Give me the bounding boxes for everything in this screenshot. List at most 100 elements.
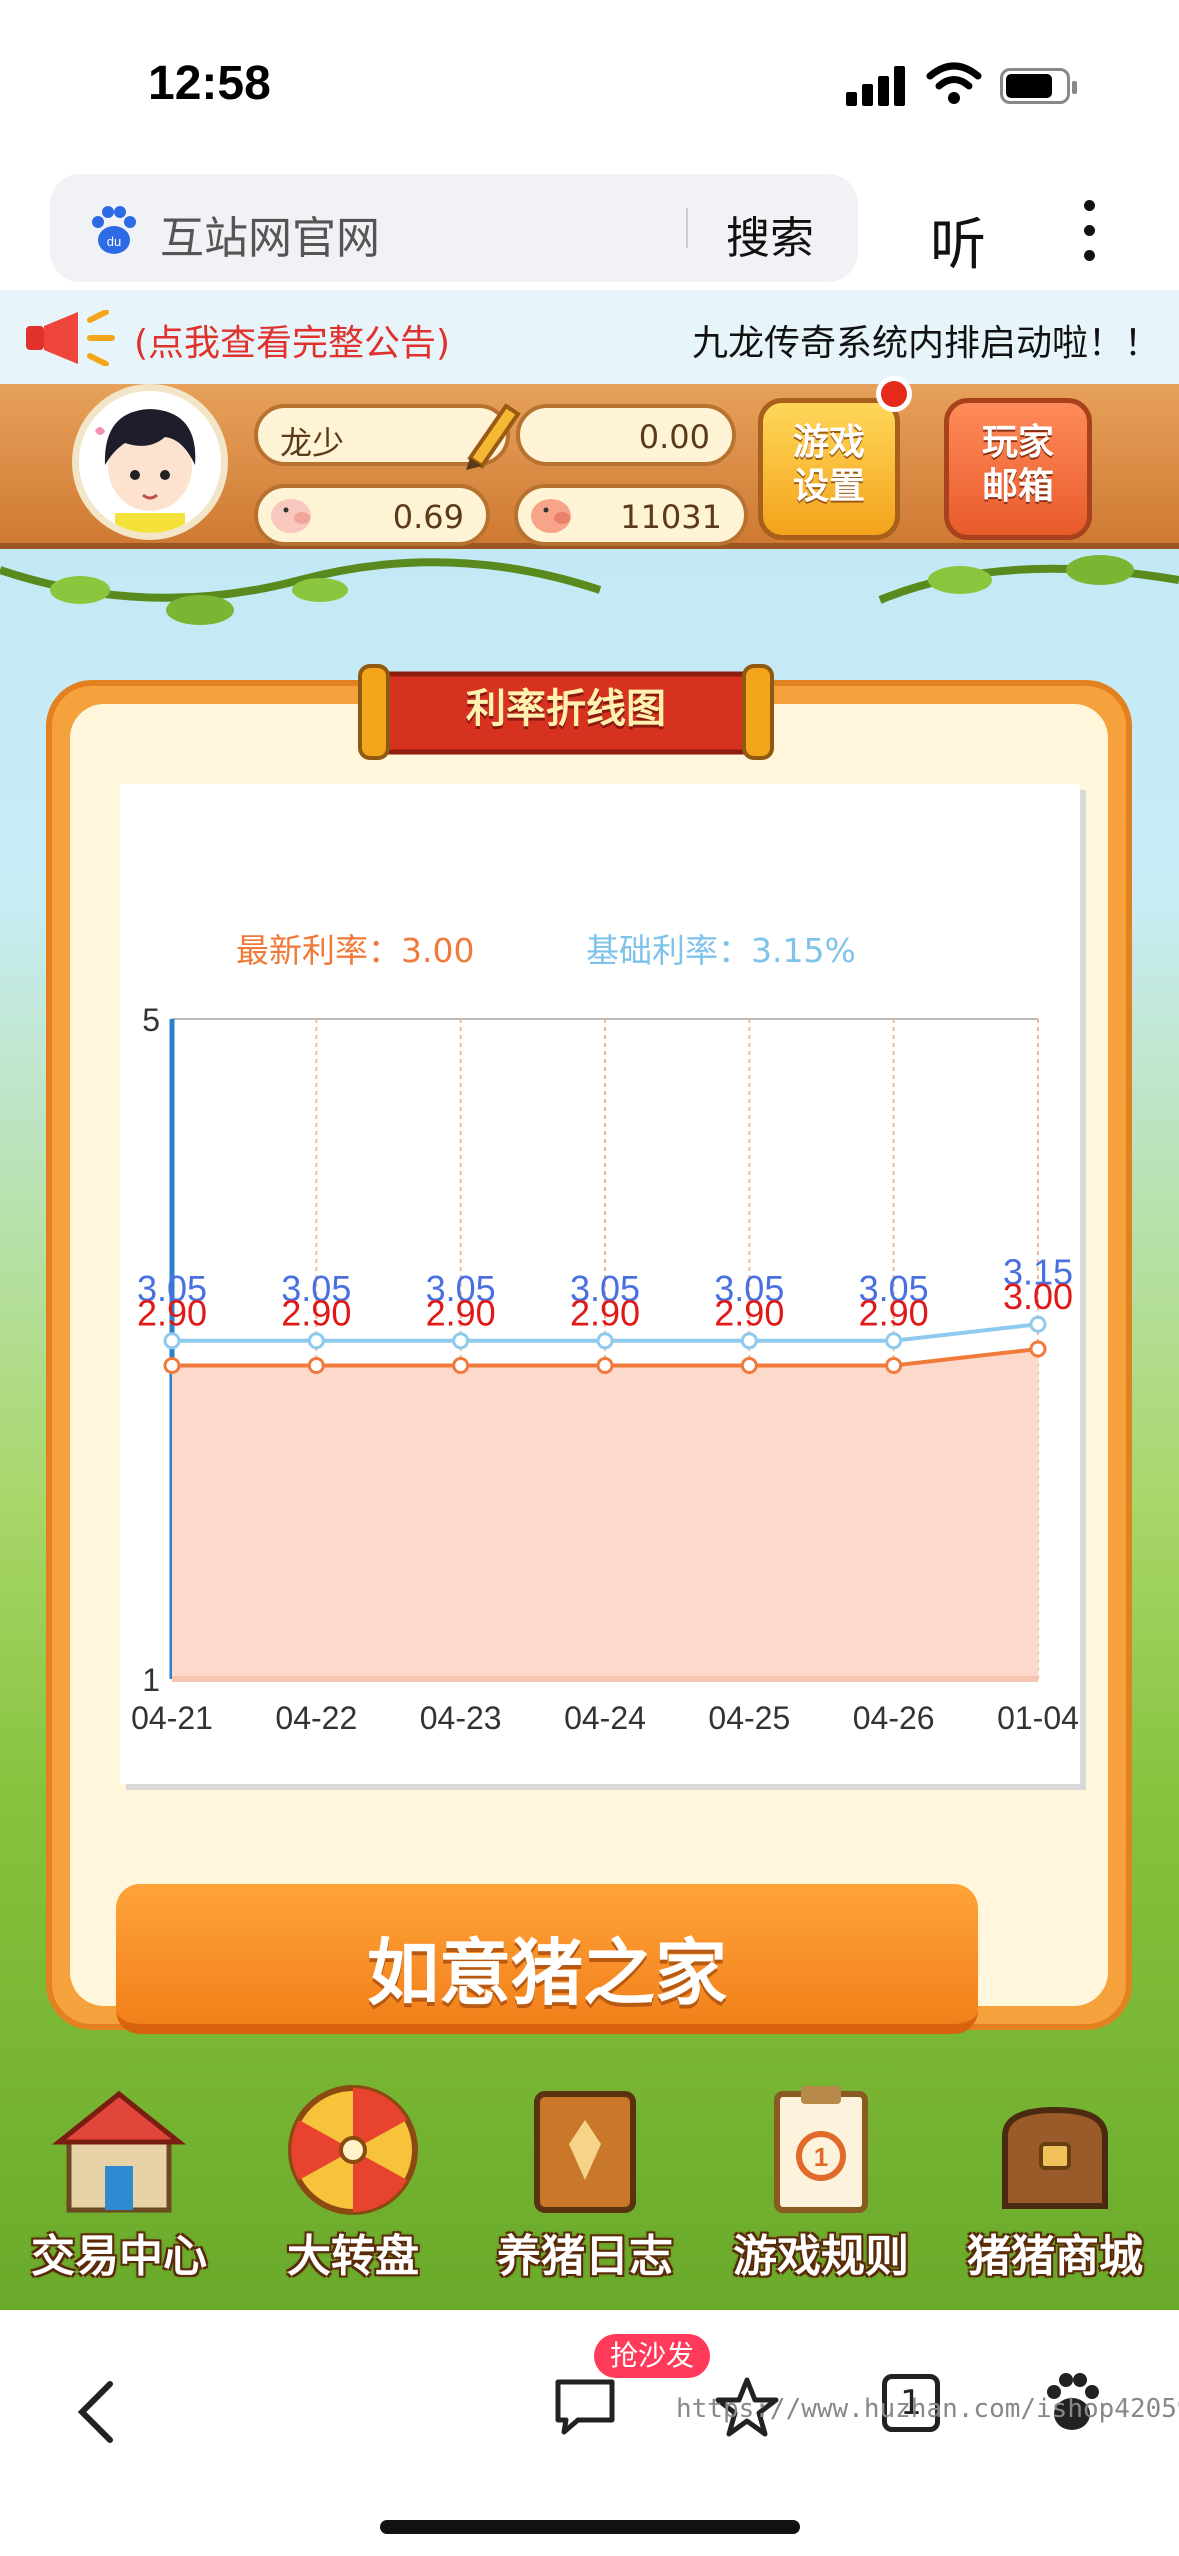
y-tick-label: 1 — [142, 1662, 160, 1698]
game-area: (点我查看完整公告) 九龙传奇系统内排启动啦！！ 龙少 0.00 0.69 11… — [0, 290, 1179, 2310]
settings-label-line2: 设置 — [792, 466, 865, 507]
clock: 12:58 — [148, 57, 271, 110]
wheel-icon — [288, 2085, 418, 2215]
search-box[interactable]: du 互站网官网 搜索 — [50, 174, 858, 282]
menu-pig-mall-label: 猪猪商城 — [967, 2231, 1143, 2282]
chart-panel-inner: 最新利率：3.00 基础利率：3.15% 3.05 3.05 3.05 3.05 3.0… — [70, 704, 1108, 2034]
announcement-marquee: 九龙传奇系统内排启动啦！！ — [692, 323, 1161, 364]
x-tick-label: 04-22 — [275, 1700, 357, 1736]
home-indicator — [380, 2520, 800, 2534]
log-book-icon — [534, 2091, 636, 2213]
cellular-signal-icon — [846, 66, 908, 106]
pig-stat-big: 11031 — [514, 484, 748, 546]
wifi-icon — [926, 62, 982, 104]
rate-line-chart: 3.05 3.05 3.05 3.05 3.05 3.05 3.152.90 2.90 2.90… — [131, 1002, 1079, 1736]
megaphone-icon — [26, 310, 115, 366]
balance-value: 0.00 — [638, 418, 710, 456]
rules-icon: 1 — [774, 2086, 868, 2213]
data-point — [596, 1332, 614, 1350]
menu-trade-center[interactable]: 交易中心 — [4, 2070, 234, 2310]
menu-lucky-wheel-label: 大转盘 — [287, 2231, 419, 2282]
x-tick-label: 01-04 — [997, 1700, 1079, 1736]
menu-pig-log[interactable]: 养猪日志 — [470, 2070, 700, 2310]
x-tick-label: 04-26 — [853, 1700, 935, 1736]
listen-button[interactable]: 听 — [930, 200, 986, 281]
data-label-latest: 2.90 — [570, 1293, 640, 1334]
notification-dot — [876, 376, 912, 412]
svg-text:du: du — [107, 234, 121, 249]
player-mailbox-button[interactable]: 玩家 邮箱 — [944, 398, 1092, 540]
watermark-text: https://www.huzhan.com/ishop42059 — [676, 2394, 1179, 2424]
game-settings-button[interactable]: 游戏 设置 — [758, 398, 900, 540]
more-menu-icon[interactable] — [1084, 200, 1096, 261]
data-point — [1029, 1315, 1047, 1333]
y-tick-label: 5 — [142, 1002, 160, 1038]
svg-text:1: 1 — [814, 2142, 828, 2172]
data-point — [307, 1332, 325, 1350]
menu-game-rules[interactable]: 1 游戏规则 — [706, 2070, 936, 2310]
chart-title-banner: 利率折线图 — [356, 656, 776, 766]
divider — [686, 208, 688, 248]
data-label-latest: 2.90 — [281, 1293, 351, 1334]
pig-stat-small: 0.69 — [254, 484, 490, 546]
data-point — [452, 1332, 470, 1350]
mail-label-line1: 玩家 — [981, 422, 1054, 463]
announcement-bar[interactable]: (点我查看完整公告) 九龙传奇系统内排启动啦！！ — [0, 290, 1179, 384]
data-label-latest: 3.00 — [1003, 1276, 1073, 1317]
avatar[interactable] — [72, 384, 228, 540]
comment-badge: 抢沙发 — [594, 2334, 711, 2378]
x-tick-label: 04-23 — [420, 1700, 502, 1736]
data-label-latest: 2.90 — [859, 1293, 929, 1334]
chart-card: 最新利率：3.00 基础利率：3.15% 3.05 3.05 3.05 3.05 3.0… — [120, 784, 1080, 1784]
data-point — [596, 1357, 614, 1374]
baidu-paw-icon: du — [92, 206, 136, 254]
comment-icon[interactable] — [552, 2376, 618, 2438]
browser-toolbar: du 互站网官网 搜索 听 — [0, 170, 1179, 290]
player-name: 龙少 — [280, 424, 345, 462]
pig-gold-icon — [531, 499, 571, 533]
pig-icon — [271, 499, 311, 533]
data-point — [885, 1357, 903, 1374]
vine-decoration — [0, 555, 1179, 625]
data-label-latest: 2.90 — [426, 1293, 496, 1334]
x-tick-label: 04-24 — [564, 1700, 646, 1736]
menu-trade-center-label: 交易中心 — [31, 2231, 207, 2282]
balance-field: 0.00 — [516, 404, 736, 466]
settings-label-line1: 游戏 — [792, 422, 865, 463]
data-point — [1029, 1340, 1047, 1358]
pig-stat-small-value: 0.69 — [392, 498, 464, 536]
battery-icon — [1000, 68, 1077, 104]
data-point — [307, 1357, 325, 1374]
x-tick-label: 04-21 — [131, 1700, 213, 1736]
data-point — [163, 1357, 181, 1374]
status-bar: 12:58 — [0, 0, 1179, 170]
data-label-latest: 2.90 — [137, 1293, 207, 1334]
series-area-fill — [172, 1349, 1038, 1679]
player-hud: 龙少 0.00 0.69 11031 游戏 设置 玩家 邮箱 — [0, 376, 1179, 549]
search-query-text: 互站网官网 — [160, 213, 380, 264]
x-tick-label: 04-25 — [708, 1700, 790, 1736]
shop-icon — [51, 2090, 187, 2213]
search-button[interactable]: 搜索 — [726, 202, 814, 266]
screen: 12:58 du 互站网官网 搜索 听 (点我查看完整公告) 九龙传奇系统内排启… — [0, 0, 1179, 2556]
ruyi-pig-home-label: 如意猪之家 — [366, 1931, 727, 2015]
chart-panel: 最新利率：3.00 基础利率：3.15% 3.05 3.05 3.05 3.05 3.0… — [46, 664, 1132, 2034]
data-point — [452, 1357, 470, 1374]
data-point — [163, 1332, 181, 1350]
data-label-latest: 2.90 — [714, 1293, 784, 1334]
menu-pig-log-label: 养猪日志 — [497, 2231, 673, 2282]
data-point — [885, 1332, 903, 1350]
data-point — [740, 1357, 758, 1374]
menu-lucky-wheel[interactable]: 大转盘 — [238, 2070, 468, 2310]
back-icon[interactable] — [76, 2380, 116, 2444]
bag-icon — [1002, 2106, 1108, 2209]
ruyi-pig-home-button[interactable]: 如意猪之家 — [116, 1884, 978, 2034]
menu-pig-mall[interactable]: 猪猪商城 — [940, 2070, 1170, 2310]
announcement-link[interactable]: (点我查看完整公告) — [134, 314, 450, 366]
mail-label-line2: 邮箱 — [981, 466, 1054, 507]
pig-stat-big-value: 11031 — [620, 498, 722, 536]
menu-game-rules-label: 游戏规则 — [733, 2231, 909, 2282]
bottom-game-menu: 交易中心 大转盘 养猪日志 1 游戏规则 猪猪商城 — [0, 2070, 1179, 2310]
data-point — [740, 1332, 758, 1350]
avatar-cartoon-icon — [79, 391, 221, 533]
